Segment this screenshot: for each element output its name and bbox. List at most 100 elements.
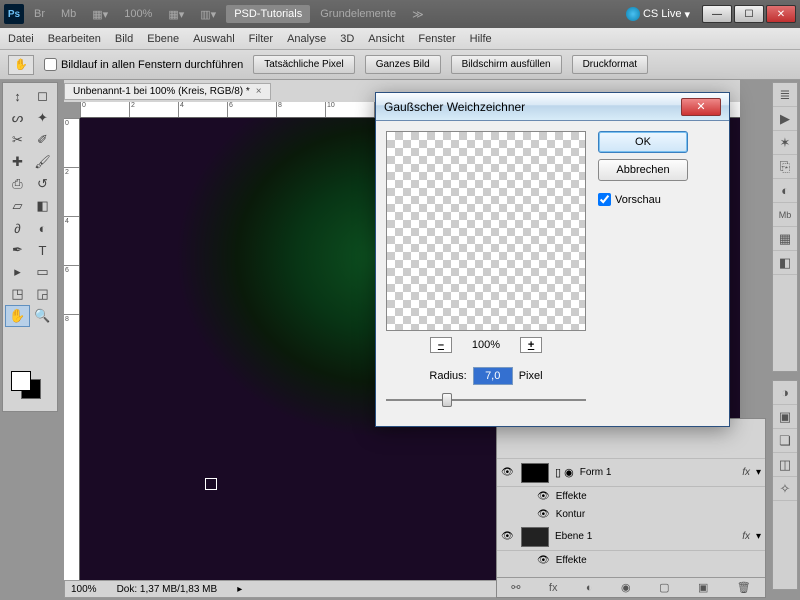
foreground-color-swatch[interactable] (11, 371, 31, 391)
document-tab[interactable]: Unbenannt-1 bei 100% (Kreis, RGB/8) * × (64, 83, 271, 100)
menu-auswahl[interactable]: Auswahl (193, 33, 235, 45)
arrange-icon[interactable]: ▥▾ (194, 6, 222, 23)
swatches-panel-icon[interactable]: ▦ (773, 227, 797, 251)
visibility-icon[interactable]: 👁 (501, 531, 515, 542)
styles-panel-icon[interactable]: ◧ (773, 251, 797, 275)
fx-icon[interactable]: fx (549, 582, 558, 594)
fx-badge[interactable]: fx (742, 531, 750, 542)
layer-row[interactable]: 👁 Ebene 1 fx▾ (497, 523, 765, 551)
marquee-tool-icon[interactable]: ◻ (30, 85, 55, 107)
brush-tool-icon[interactable]: 🖌 (30, 151, 55, 173)
cancel-button[interactable]: Abbrechen (598, 159, 688, 181)
eraser-tool-icon[interactable]: ▱ (5, 195, 30, 217)
crop-tool-icon[interactable]: ✂ (5, 129, 30, 151)
shape-tool-icon[interactable]: ▭ (30, 261, 55, 283)
layer-thumbnail[interactable] (521, 527, 549, 547)
zoom-tool-icon[interactable]: 🔍 (30, 305, 55, 327)
radius-slider[interactable] (386, 391, 586, 409)
fill-screen-button[interactable]: Bildschirm ausfüllen (451, 55, 562, 74)
fit-screen-button[interactable]: Ganzes Bild (365, 55, 441, 74)
preview-checkbox[interactable]: Vorschau (598, 193, 688, 206)
filter-preview[interactable] (386, 131, 586, 331)
layer-row[interactable]: 👁 ▯ ◉ Form 1 fx▾ (497, 459, 765, 487)
status-zoom[interactable]: 100% (71, 584, 97, 595)
current-tool-hand-icon[interactable]: ✋ (8, 55, 34, 75)
print-size-button[interactable]: Druckformat (572, 55, 648, 74)
layer-effect-kontur[interactable]: 👁Kontur (497, 505, 765, 523)
eyedropper-tool-icon[interactable]: ✐ (30, 129, 55, 151)
history-brush-icon[interactable]: ↺ (30, 173, 55, 195)
paths-icon[interactable]: ✧ (773, 477, 797, 501)
status-chevron-icon[interactable]: ▸ (237, 584, 242, 595)
folder-icon[interactable]: ▢ (659, 581, 669, 594)
layer-name[interactable]: Ebene 1 (555, 531, 592, 542)
layer-name[interactable]: Form 1 (580, 467, 612, 478)
visibility-icon[interactable]: 👁 (537, 491, 550, 502)
type-tool-icon[interactable]: T (30, 239, 55, 261)
channels-icon[interactable]: ◫ (773, 453, 797, 477)
actual-pixels-button[interactable]: Tatsächliche Pixel (253, 55, 354, 74)
hand-tool-icon[interactable]: ✋ (5, 305, 30, 327)
scroll-all-windows-checkbox[interactable]: Bildlauf in allen Fenstern durchführen (44, 58, 243, 71)
layer-effects[interactable]: 👁Effekte (497, 551, 765, 569)
visibility-icon[interactable]: 👁 (501, 467, 515, 478)
adjustments-icon[interactable]: ◑ (773, 381, 797, 405)
menu-datei[interactable]: Datei (8, 33, 34, 45)
more-icon[interactable]: ≫ (406, 6, 430, 23)
menu-bild[interactable]: Bild (115, 33, 133, 45)
heal-tool-icon[interactable]: ✚ (5, 151, 30, 173)
dialog-titlebar[interactable]: Gaußscher Weichzeichner ✕ (376, 93, 729, 121)
lasso-tool-icon[interactable]: ᔕ (5, 107, 30, 129)
mb-panel-icon[interactable]: Mb (773, 203, 797, 227)
stamp-tool-icon[interactable]: ⎙ (5, 173, 30, 195)
zoom-out-button[interactable]: – (430, 337, 452, 353)
color-panel-icon[interactable]: ◐ (773, 179, 797, 203)
menu-fenster[interactable]: Fenster (418, 33, 455, 45)
pen-tool-icon[interactable]: ✒ (5, 239, 30, 261)
new-layer-icon[interactable]: ▣ (698, 581, 708, 594)
radius-input[interactable] (473, 367, 513, 385)
history-panel-icon[interactable]: ≣ (773, 83, 797, 107)
clone-panel-icon[interactable]: ⎘ (773, 155, 797, 179)
cs-live[interactable]: CS Live ▾ (626, 7, 690, 21)
zoom-in-button[interactable]: + (520, 337, 542, 353)
visibility-icon[interactable]: 👁 (537, 509, 550, 520)
actions-panel-icon[interactable]: ▶ (773, 107, 797, 131)
layer-effects[interactable]: 👁Effekte (497, 487, 765, 505)
view-icon[interactable]: ▦▾ (162, 6, 190, 23)
masks-icon[interactable]: ▣ (773, 405, 797, 429)
dodge-tool-icon[interactable]: ◐ (30, 217, 55, 239)
screen-mode-icon[interactable]: ▦▾ (86, 6, 114, 23)
menu-hilfe[interactable]: Hilfe (470, 33, 492, 45)
layer-thumbnail[interactable] (521, 463, 549, 483)
slider-thumb[interactable] (442, 393, 452, 407)
path-select-icon[interactable]: ▸ (5, 261, 30, 283)
gradient-tool-icon[interactable]: ◧ (30, 195, 55, 217)
ok-button[interactable]: OK (598, 131, 688, 153)
layers-icon[interactable]: ❏ (773, 429, 797, 453)
window-close-button[interactable]: ✕ (766, 5, 796, 23)
3d-camera-icon[interactable]: ◲ (30, 283, 55, 305)
mask-icon[interactable]: ◐ (586, 582, 593, 594)
trash-icon[interactable]: 🗑 (737, 581, 751, 594)
bridge-button[interactable]: Br (28, 6, 51, 22)
blur-tool-icon[interactable]: ∂ (5, 217, 30, 239)
3d-tool-icon[interactable]: ◳ (5, 283, 30, 305)
close-icon[interactable]: × (256, 86, 262, 97)
workspace-psd-tutorials[interactable]: PSD-Tutorials (226, 5, 310, 23)
menu-ansicht[interactable]: Ansicht (368, 33, 404, 45)
adjust-icon[interactable]: ◉ (621, 581, 631, 594)
menu-analyse[interactable]: Analyse (287, 33, 326, 45)
zoom-level[interactable]: 100% (118, 6, 158, 22)
visibility-icon[interactable]: 👁 (537, 555, 550, 566)
workspace-grundelemente[interactable]: Grundelemente (314, 6, 402, 22)
fx-badge[interactable]: fx (742, 467, 750, 478)
wand-tool-icon[interactable]: ✦ (30, 107, 55, 129)
window-maximize-button[interactable]: ☐ (734, 5, 764, 23)
move-tool-icon[interactable]: ↕ (5, 85, 30, 107)
menu-ebene[interactable]: Ebene (147, 33, 179, 45)
mb-button[interactable]: Mb (55, 6, 82, 22)
menu-3d[interactable]: 3D (340, 33, 354, 45)
dialog-close-button[interactable]: ✕ (681, 98, 721, 116)
brushes-panel-icon[interactable]: ✶ (773, 131, 797, 155)
